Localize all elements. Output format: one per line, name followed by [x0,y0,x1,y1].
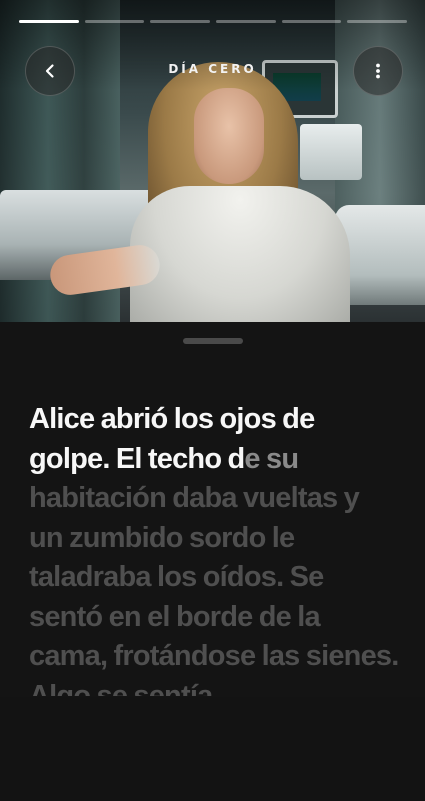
progress-segment [19,20,79,23]
story-text-unread: habitación daba vueltas y un zumbido sor… [29,482,399,696]
progress-segment [216,20,276,23]
story-text[interactable]: Alice abrió los ojos de golpe. El techo … [29,400,399,696]
story-text-current: e su [244,442,299,475]
story-progress-bar [19,20,408,24]
progress-segment [150,20,211,23]
drag-handle[interactable] [183,338,243,344]
character-figure [47,60,350,322]
character-face [194,88,264,184]
progress-segment [347,20,408,23]
progress-segment [84,20,145,23]
more-vertical-icon [376,63,380,79]
character-gown [130,186,350,322]
more-options-button[interactable] [353,46,403,96]
bottom-area [0,697,425,801]
story-cover-image [0,0,425,322]
story-text-sheet: Alice abrió los ojos de golpe. El techo … [0,322,425,801]
progress-segment [281,20,342,23]
